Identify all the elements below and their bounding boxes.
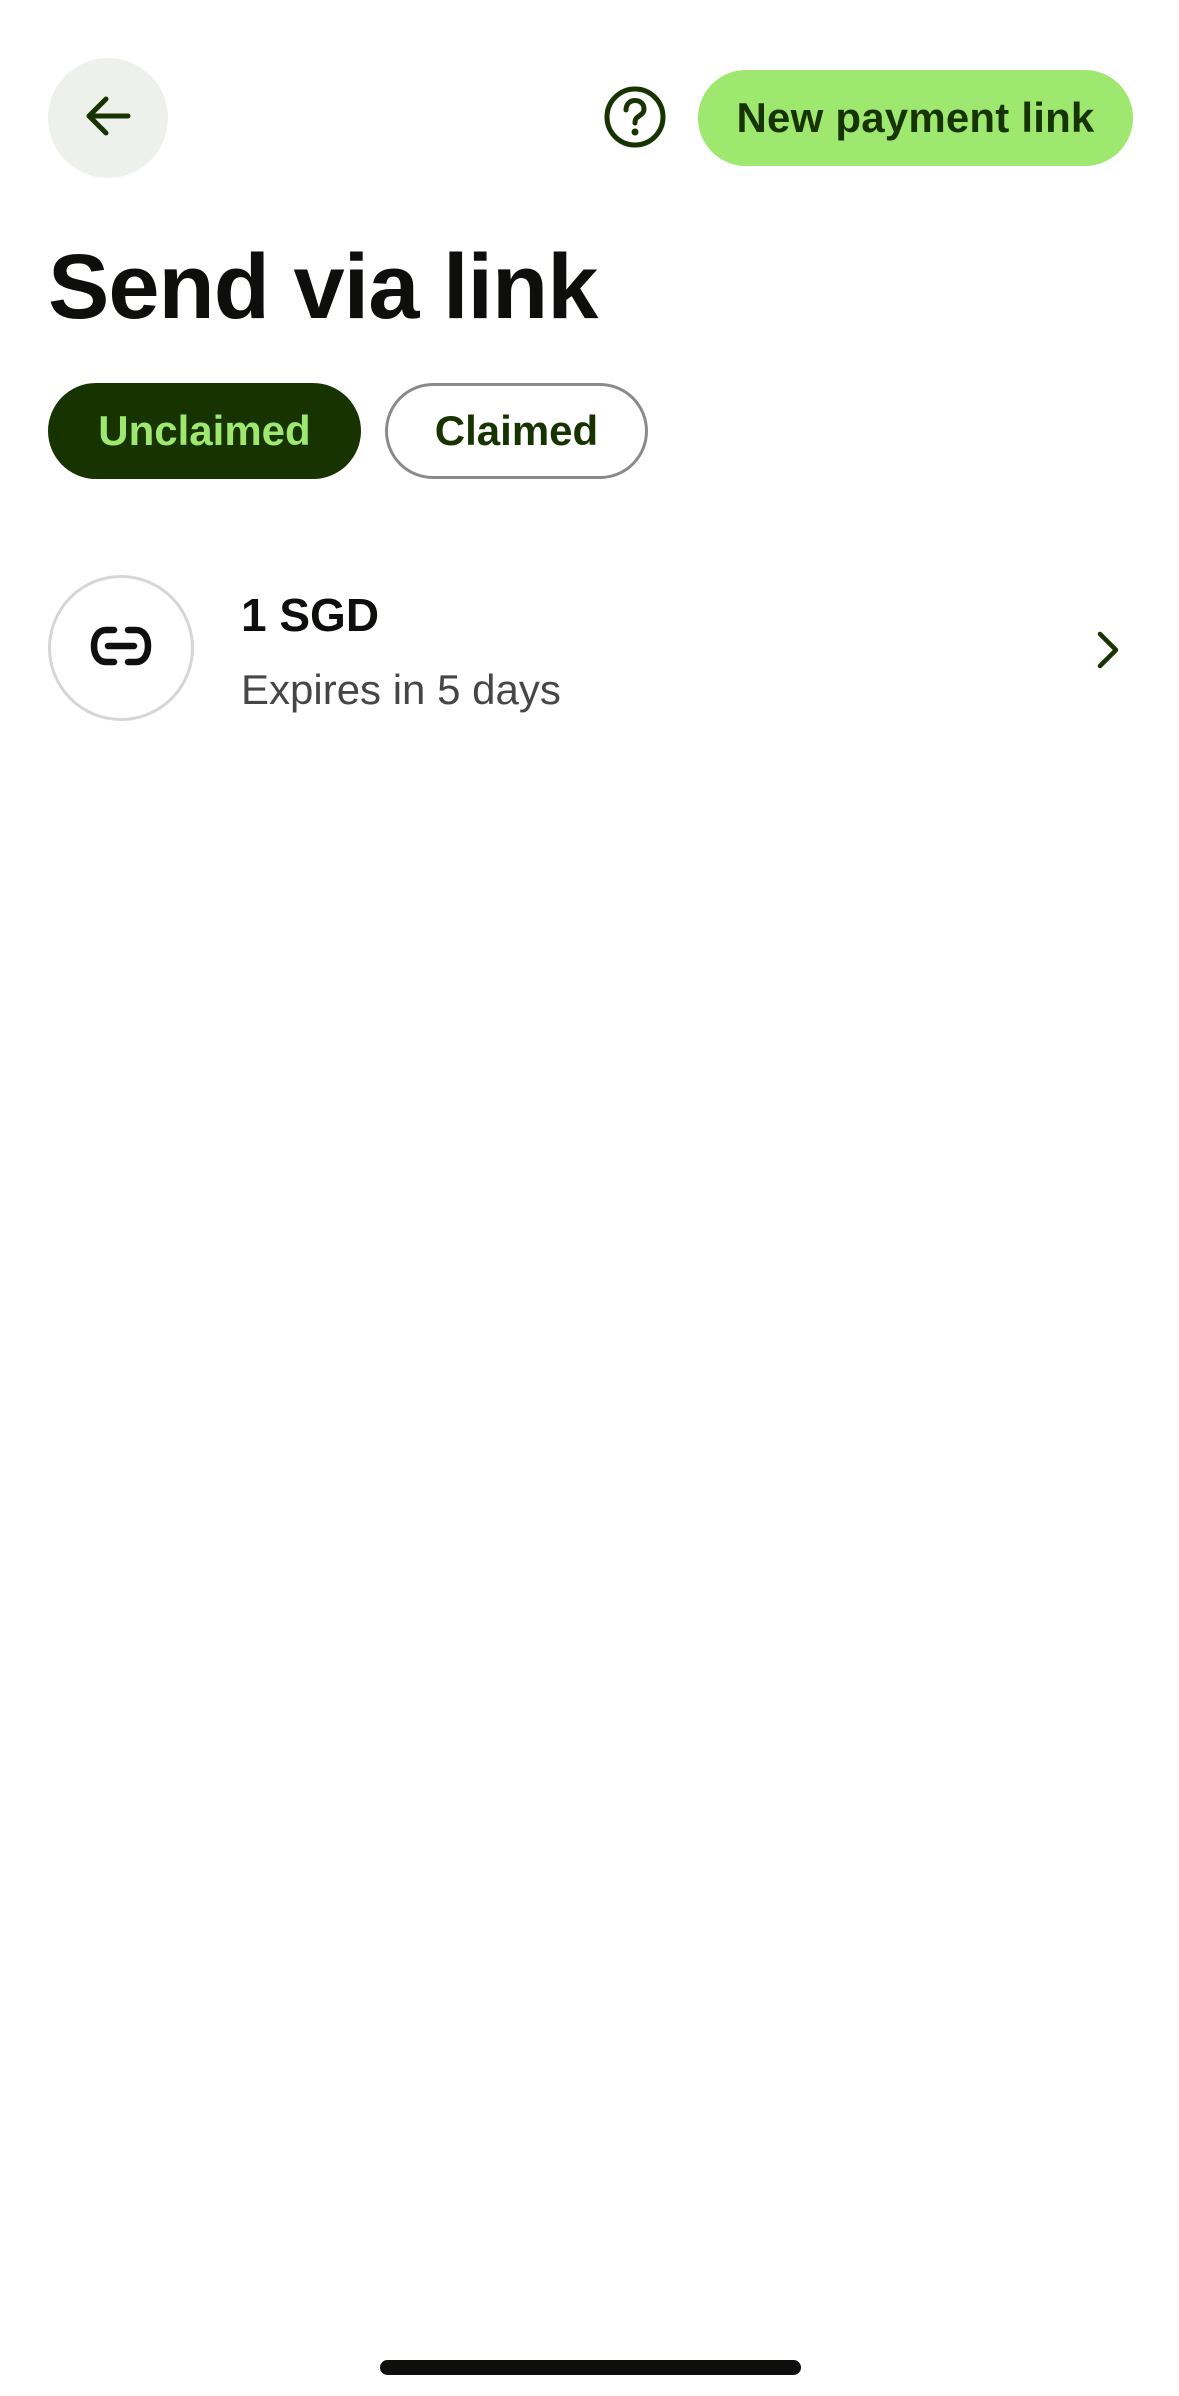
- payment-link-item[interactable]: 1 SGD Expires in 5 days: [48, 575, 1133, 725]
- link-expiry: Expires in 5 days: [241, 666, 561, 713]
- home-indicator: [380, 2360, 801, 2375]
- back-button[interactable]: [48, 58, 168, 178]
- chevron-right-icon: [1083, 622, 1133, 678]
- arrow-left-icon: [80, 88, 136, 149]
- question-circle-icon: [603, 85, 667, 154]
- tab-unclaimed[interactable]: Unclaimed: [48, 383, 361, 479]
- new-payment-link-button[interactable]: New payment link: [698, 70, 1133, 166]
- link-amount: 1 SGD: [241, 589, 380, 641]
- page-title: Send via link: [48, 236, 598, 338]
- tab-claimed-label: Claimed: [434, 407, 599, 454]
- new-payment-link-label: New payment link: [736, 94, 1095, 141]
- tab-claimed[interactable]: Claimed: [385, 383, 648, 479]
- tab-unclaimed-label: Unclaimed: [98, 407, 311, 454]
- help-button[interactable]: [602, 86, 668, 152]
- link-icon: [88, 622, 154, 675]
- link-avatar: [48, 575, 194, 721]
